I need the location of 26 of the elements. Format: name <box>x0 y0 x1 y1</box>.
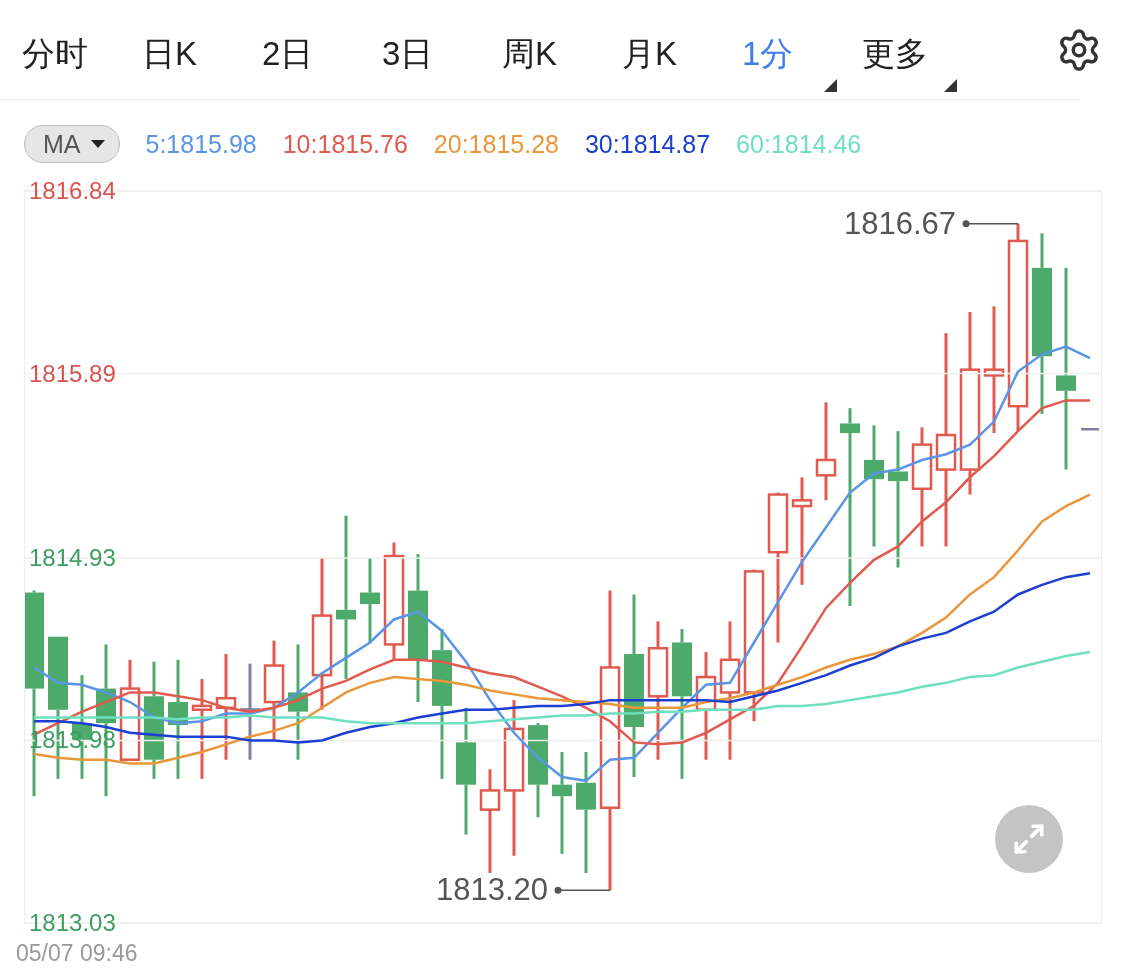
legend-item: 5:1815.98 <box>145 129 257 159</box>
axis-label: 1816.84 <box>29 177 116 204</box>
caret-icon <box>90 140 105 148</box>
period-tab[interactable]: 2日 <box>262 25 382 92</box>
axis-label: 1813.03 <box>29 909 116 936</box>
axis-label: 1815.89 <box>29 359 116 387</box>
legend-item: 20:1815.28 <box>433 129 559 159</box>
leader-line <box>962 220 1019 228</box>
leader-line <box>554 886 611 894</box>
legend-item: 30:1814.87 <box>584 129 711 159</box>
period-tab[interactable]: 3日 <box>382 25 502 92</box>
period-tab[interactable]: 周K <box>502 25 622 92</box>
axis-label: 1814.93 <box>29 543 116 571</box>
legend-item: 10:1815.76 <box>282 129 408 159</box>
expand-icon <box>1012 822 1046 856</box>
price-marker <box>1081 428 1099 431</box>
timestamp: 05/07 09:46 <box>15 939 139 967</box>
indicator-select[interactable]: MA <box>24 125 120 163</box>
price-label: 1813.20 <box>435 872 548 908</box>
period-tab[interactable]: 日K <box>142 25 262 92</box>
period-tab[interactable]: 月K <box>622 25 742 92</box>
period-tab[interactable]: 分时 <box>22 25 142 92</box>
legend-item: 60:1814.46 <box>736 129 862 159</box>
period-tab[interactable]: 1分 <box>742 25 862 92</box>
price-label: 1816.67 <box>843 205 956 241</box>
period-tab[interactable]: 更多 <box>862 25 982 92</box>
